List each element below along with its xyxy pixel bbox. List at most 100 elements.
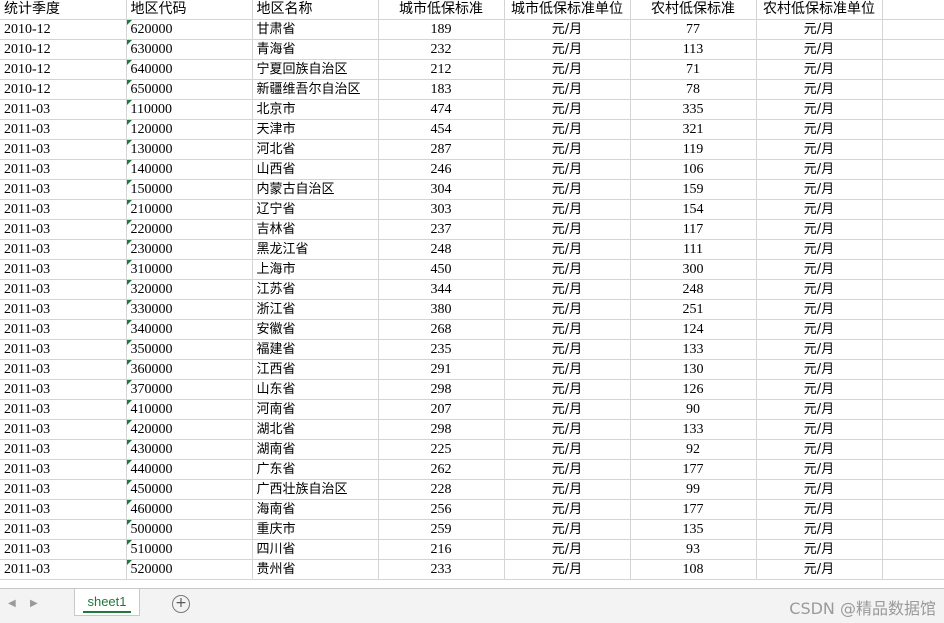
empty-cell[interactable] [882,539,944,560]
table-cell[interactable]: 贵州省 [252,559,379,580]
table-cell[interactable]: 225 [378,439,505,460]
table-cell[interactable]: 310000 [126,259,253,280]
table-cell[interactable]: 2011-03 [0,519,127,540]
table-cell[interactable]: 228 [378,479,505,500]
table-cell[interactable]: 620000 [126,19,253,40]
table-cell[interactable]: 650000 [126,79,253,100]
table-cell[interactable]: 元/月 [504,119,631,140]
table-cell[interactable]: 青海省 [252,39,379,60]
table-cell[interactable]: 元/月 [504,539,631,560]
table-cell[interactable]: 520000 [126,559,253,580]
table-cell[interactable]: 248 [378,239,505,260]
empty-cell[interactable] [882,39,944,60]
table-cell[interactable]: 元/月 [756,179,883,200]
table-cell[interactable]: 江西省 [252,359,379,380]
table-cell[interactable]: 2011-03 [0,139,127,160]
table-cell[interactable]: 山西省 [252,159,379,180]
table-cell[interactable]: 320000 [126,279,253,300]
table-cell[interactable]: 广东省 [252,459,379,480]
table-cell[interactable]: 元/月 [756,379,883,400]
table-cell[interactable]: 2011-03 [0,359,127,380]
table-cell[interactable]: 120000 [126,119,253,140]
table-cell[interactable]: 天津市 [252,119,379,140]
header-cell[interactable]: 地区名称 [252,0,379,20]
table-cell[interactable]: 2011-03 [0,259,127,280]
table-cell[interactable]: 2011-03 [0,539,127,560]
empty-cell[interactable] [882,459,944,480]
empty-cell[interactable] [882,479,944,500]
table-cell[interactable]: 元/月 [504,159,631,180]
table-cell[interactable]: 2011-03 [0,239,127,260]
table-cell[interactable]: 2010-12 [0,59,127,80]
table-cell[interactable]: 177 [630,459,757,480]
table-cell[interactable]: 2011-03 [0,159,127,180]
table-cell[interactable]: 298 [378,419,505,440]
table-cell[interactable]: 130 [630,359,757,380]
table-cell[interactable]: 黑龙江省 [252,239,379,260]
table-cell[interactable]: 430000 [126,439,253,460]
table-cell[interactable]: 298 [378,379,505,400]
table-cell[interactable]: 126 [630,379,757,400]
empty-cell[interactable] [882,279,944,300]
table-cell[interactable]: 212 [378,59,505,80]
empty-cell[interactable] [882,439,944,460]
table-cell[interactable]: 元/月 [504,319,631,340]
empty-cell[interactable] [882,19,944,40]
table-cell[interactable]: 330000 [126,299,253,320]
table-cell[interactable]: 元/月 [756,479,883,500]
table-cell[interactable]: 262 [378,459,505,480]
table-cell[interactable]: 230000 [126,239,253,260]
empty-cell[interactable] [882,359,944,380]
table-cell[interactable]: 元/月 [756,199,883,220]
table-cell[interactable]: 189 [378,19,505,40]
table-cell[interactable]: 420000 [126,419,253,440]
table-cell[interactable]: 207 [378,399,505,420]
empty-cell[interactable] [882,339,944,360]
table-cell[interactable]: 元/月 [756,259,883,280]
table-cell[interactable]: 元/月 [504,499,631,520]
table-cell[interactable]: 元/月 [756,559,883,580]
table-cell[interactable]: 元/月 [504,479,631,500]
header-cell[interactable]: 地区代码 [126,0,253,20]
table-cell[interactable]: 元/月 [504,259,631,280]
chevron-left-icon[interactable]: ◀ [8,598,16,609]
table-cell[interactable]: 2011-03 [0,279,127,300]
table-cell[interactable]: 河北省 [252,139,379,160]
table-cell[interactable]: 117 [630,219,757,240]
table-cell[interactable]: 元/月 [756,119,883,140]
table-cell[interactable]: 2011-03 [0,379,127,400]
table-cell[interactable]: 237 [378,219,505,240]
table-cell[interactable]: 元/月 [504,519,631,540]
table-cell[interactable]: 454 [378,119,505,140]
table-cell[interactable]: 元/月 [504,439,631,460]
tab-sheet1[interactable]: sheet1 [74,589,140,616]
table-cell[interactable]: 元/月 [756,359,883,380]
empty-cell[interactable] [882,219,944,240]
table-cell[interactable]: 元/月 [504,199,631,220]
table-cell[interactable]: 元/月 [504,99,631,120]
table-cell[interactable]: 630000 [126,39,253,60]
table-cell[interactable]: 177 [630,499,757,520]
table-cell[interactable]: 2011-03 [0,459,127,480]
table-cell[interactable]: 2011-03 [0,499,127,520]
table-cell[interactable]: 251 [630,299,757,320]
empty-cell[interactable] [882,239,944,260]
table-cell[interactable]: 111 [630,239,757,260]
table-cell[interactable]: 2011-03 [0,199,127,220]
table-cell[interactable]: 248 [630,279,757,300]
table-cell[interactable]: 宁夏回族自治区 [252,59,379,80]
table-cell[interactable]: 2011-03 [0,419,127,440]
table-cell[interactable]: 77 [630,19,757,40]
table-cell[interactable]: 183 [378,79,505,100]
empty-cell[interactable] [882,319,944,340]
table-cell[interactable]: 113 [630,39,757,60]
table-cell[interactable]: 335 [630,99,757,120]
table-cell[interactable]: 元/月 [756,159,883,180]
table-cell[interactable]: 元/月 [504,179,631,200]
table-cell[interactable]: 安徽省 [252,319,379,340]
table-cell[interactable]: 2011-03 [0,299,127,320]
table-cell[interactable]: 344 [378,279,505,300]
table-cell[interactable]: 江苏省 [252,279,379,300]
table-cell[interactable]: 元/月 [504,419,631,440]
table-cell[interactable]: 元/月 [756,339,883,360]
